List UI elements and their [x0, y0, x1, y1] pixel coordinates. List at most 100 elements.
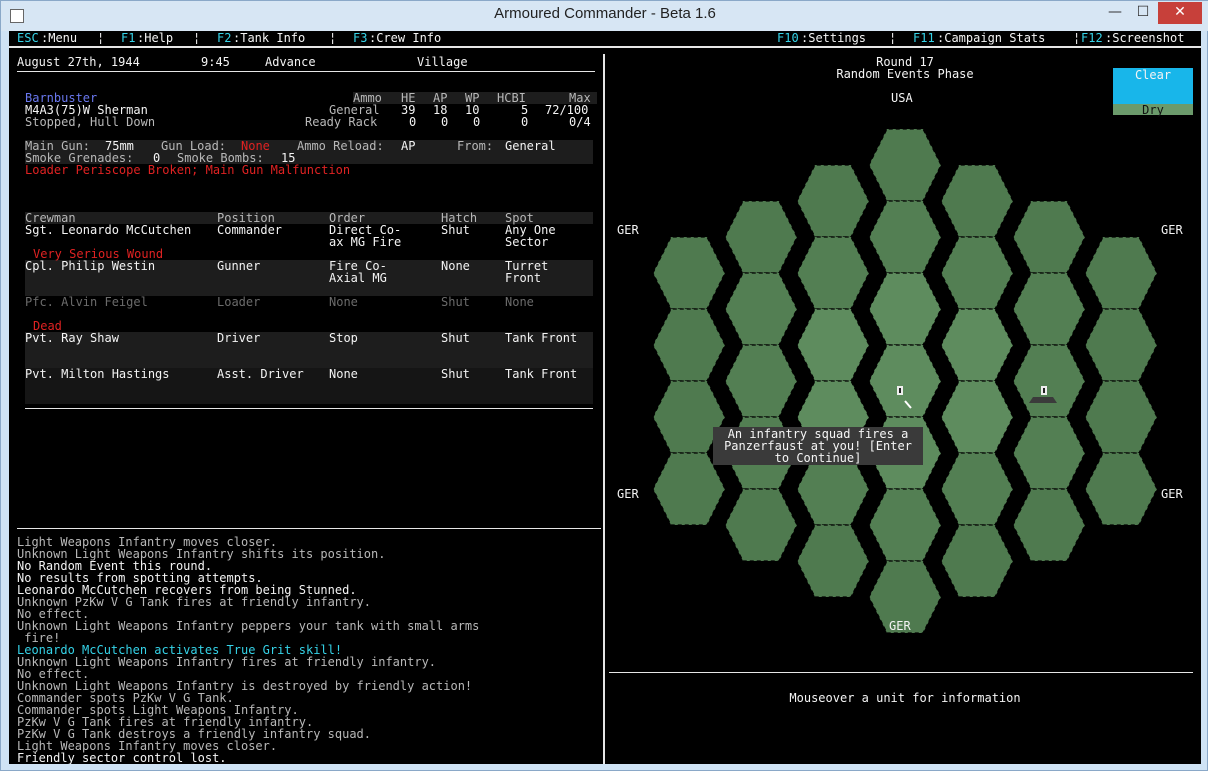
weather-sky-label: Clear [1134, 68, 1172, 82]
menu-f11-key[interactable]: F11 [913, 32, 935, 44]
menu-f1-key[interactable]: F1 [121, 32, 135, 44]
map-hex[interactable] [1012, 272, 1086, 346]
ammo-ready-ap: 0 [441, 115, 449, 129]
window-title: Armoured Commander - Beta 1.6 [494, 5, 716, 22]
menu-f11-label[interactable]: :Campaign Stats [937, 32, 1045, 44]
map-hex[interactable] [724, 344, 798, 418]
menu-f1-label[interactable]: :Help [137, 32, 173, 44]
app-window: Armoured Commander - Beta 1.6 — ☐ ✕ ESC … [0, 0, 1208, 771]
crew-position: Commander [217, 223, 283, 237]
map-hex[interactable] [796, 236, 870, 310]
enemy-tank-icon[interactable] [1029, 397, 1057, 403]
crew-spot-cont[interactable]: Front [505, 272, 541, 284]
map-hex[interactable] [796, 164, 870, 238]
ammo-from-value: General [505, 139, 556, 153]
crew-spot-cont[interactable]: Sector [505, 236, 548, 248]
menu-f10-label[interactable]: :Settings [801, 32, 866, 44]
hex-battle-map[interactable] [609, 81, 1201, 641]
crew-name[interactable]: Pvt. Milton Hastings [25, 368, 170, 380]
ammo-ready-wp: 0 [473, 115, 481, 129]
map-hex[interactable] [868, 200, 942, 274]
crew-spot[interactable]: None [505, 296, 534, 308]
menu-f2-label[interactable]: :Tank Info [233, 32, 305, 44]
map-hex[interactable] [940, 380, 1014, 454]
crew-name[interactable]: Pfc. Alvin Feigel [25, 296, 148, 308]
map-hex[interactable] [868, 344, 942, 418]
menu-separator: ¦ [193, 31, 201, 45]
map-label-lower-left: GER [617, 487, 639, 501]
map-hex[interactable] [940, 452, 1014, 526]
crew-name[interactable]: Pvt. Ray Shaw [25, 332, 119, 344]
ammo-reload-label: Ammo Reload: [297, 139, 384, 153]
menu-esc-label[interactable]: :Menu [41, 32, 77, 44]
map-hex[interactable] [724, 272, 798, 346]
ammo-from-label: From: [457, 139, 494, 153]
minimize-button[interactable]: — [1101, 2, 1129, 24]
enemy-tank-marker-dot [1043, 388, 1045, 393]
close-button[interactable]: ✕ [1158, 2, 1202, 24]
menu-divider [9, 46, 1201, 48]
crew-hatch[interactable]: None [441, 260, 470, 272]
menu-separator: ¦ [889, 31, 897, 45]
map-hex[interactable] [652, 308, 726, 382]
crew-order-cont[interactable]: Axial MG [329, 272, 387, 284]
map-hex[interactable] [868, 272, 942, 346]
menu-f10-key[interactable]: F10 [777, 32, 799, 44]
map-label-bottom: GER [889, 619, 911, 633]
map-hex[interactable] [868, 128, 942, 202]
map-label-top: USA [891, 91, 913, 105]
map-label-lower-right: GER [1161, 487, 1183, 501]
crew-hatch[interactable]: Shut [441, 368, 470, 380]
menu-f12-label[interactable]: :Screenshot [1105, 32, 1184, 44]
tank-damage-status: Loader Periscope Broken; Main Gun Malfun… [25, 163, 351, 177]
crew-order[interactable]: None [329, 296, 358, 308]
map-hex[interactable] [724, 200, 798, 274]
panel-divider [603, 54, 605, 764]
map-hex[interactable] [940, 308, 1014, 382]
crew-hatch[interactable]: Shut [441, 332, 470, 344]
map-hex[interactable] [940, 164, 1014, 238]
crew-order-cont[interactable]: ax MG Fire [329, 236, 401, 248]
ammo-reload-value: AP [401, 139, 416, 153]
map-hex[interactable] [1012, 344, 1086, 418]
log-line: Friendly sector control lost. [17, 751, 227, 764]
crew-hatch[interactable]: Shut [441, 296, 470, 308]
menu-separator: ¦ [1073, 31, 1081, 45]
info-divider [609, 672, 1193, 673]
crew-name[interactable]: Sgt. Leonardo McCutchen [25, 224, 191, 236]
menu-esc-key[interactable]: ESC [17, 32, 39, 44]
map-hex[interactable] [1084, 380, 1158, 454]
map-hex[interactable] [652, 236, 726, 310]
crew-order[interactable]: Stop [329, 332, 358, 344]
map-hex[interactable] [1012, 488, 1086, 562]
ammo-ready-he: 0 [409, 115, 417, 129]
menu-f3-label[interactable]: :Crew Info [369, 32, 441, 44]
crew-name[interactable]: Cpl. Philip Westin [25, 260, 155, 272]
menu-f12-key[interactable]: F12 [1081, 32, 1103, 44]
map-hex[interactable] [724, 488, 798, 562]
crew-order[interactable]: None [329, 368, 358, 380]
map-hex[interactable] [1084, 452, 1158, 526]
tank-state: Stopped, Hull Down [25, 115, 156, 129]
map-hex[interactable] [1012, 200, 1086, 274]
status-divider [17, 71, 595, 72]
log-divider [17, 528, 601, 529]
map-hex[interactable] [1084, 236, 1158, 310]
maximize-button[interactable]: ☐ [1129, 2, 1157, 24]
map-hex[interactable] [1084, 308, 1158, 382]
map-hex[interactable] [796, 308, 870, 382]
crew-spot[interactable]: Tank Front [505, 332, 577, 344]
unit-info-hint: Mouseover a unit for information [789, 691, 1021, 705]
map-hex[interactable] [940, 524, 1014, 598]
menu-f3-key[interactable]: F3 [353, 32, 367, 44]
menu-f2-key[interactable]: F2 [217, 32, 231, 44]
map-hex[interactable] [1012, 416, 1086, 490]
campaign-date: August 27th, 1944 [17, 55, 140, 69]
crew-spot[interactable]: Tank Front [505, 368, 577, 380]
map-hex[interactable] [868, 488, 942, 562]
crew-hatch[interactable]: Shut [441, 224, 470, 236]
map-hex[interactable] [796, 524, 870, 598]
map-hex[interactable] [940, 236, 1014, 310]
ammo-ready-hcbi: 0 [521, 115, 529, 129]
event-popup[interactable]: An infantry squad fires a Panzerfaust at… [713, 427, 923, 465]
